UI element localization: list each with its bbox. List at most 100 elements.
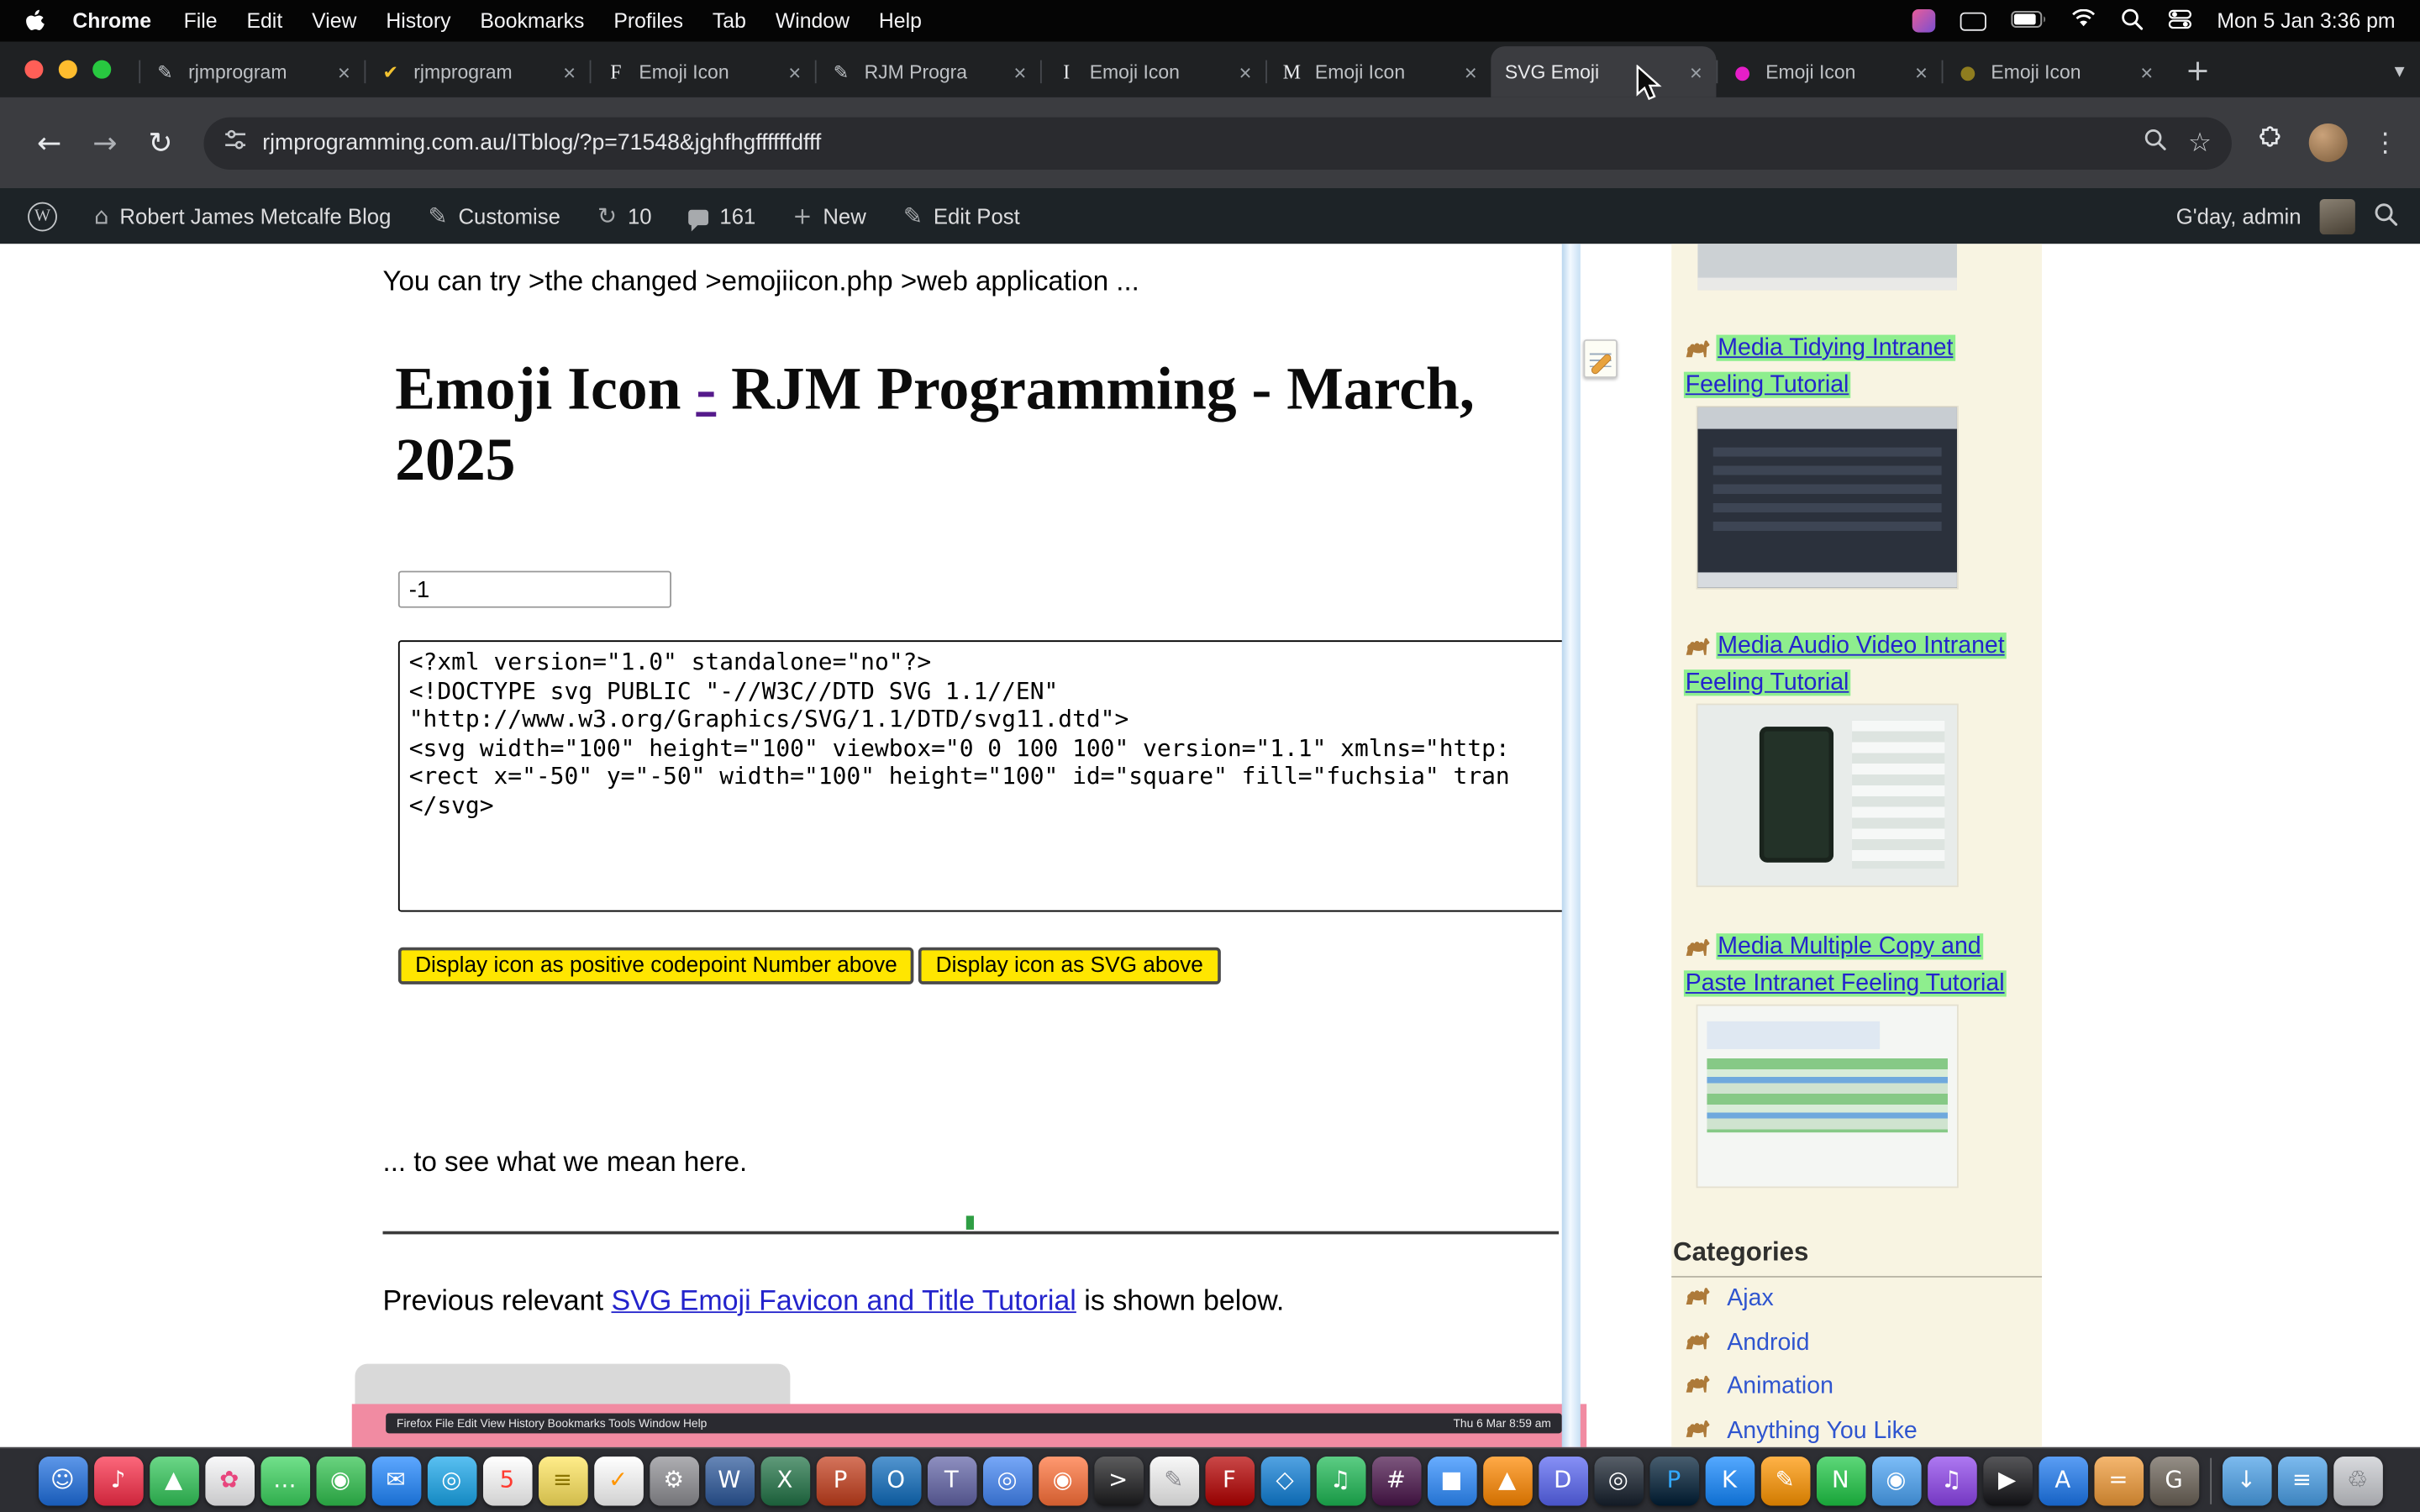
browser-menu-icon[interactable]: ⋮ xyxy=(2372,128,2398,159)
dock-app-icon[interactable]: = xyxy=(2094,1456,2144,1505)
dock-app-icon[interactable]: ◎ xyxy=(982,1456,1032,1505)
profile-avatar[interactable] xyxy=(2309,123,2348,162)
dock-app-icon[interactable]: ☺ xyxy=(38,1456,87,1505)
tutorial-thumbnail[interactable] xyxy=(1697,1006,1957,1187)
dock-app-icon[interactable]: ⚙ xyxy=(649,1456,698,1505)
status-badge-icon[interactable] xyxy=(1912,9,1936,33)
dock-app-icon[interactable]: F xyxy=(1205,1456,1255,1505)
bookmark-star-icon[interactable]: ☆ xyxy=(2188,128,2212,159)
new-tab-button[interactable]: + xyxy=(2176,50,2219,92)
tab-close-icon[interactable]: × xyxy=(338,60,350,84)
dock-app-icon[interactable]: ✉ xyxy=(371,1456,421,1505)
tab-close-icon[interactable]: × xyxy=(1915,60,1928,84)
menu-item[interactable]: History xyxy=(386,9,450,33)
svg-code-textarea[interactable]: <?xml version="1.0" standalone="no"?> <!… xyxy=(398,640,1565,911)
customise-link[interactable]: ✎ Customise xyxy=(409,188,579,244)
tab-close-icon[interactable]: × xyxy=(1239,60,1252,84)
spotlight-search-icon[interactable] xyxy=(2121,7,2144,34)
apple-logo-icon[interactable] xyxy=(24,8,45,33)
dock-shortcut-icon[interactable]: ♲ xyxy=(2333,1456,2382,1505)
dock-app-icon[interactable]: A xyxy=(2038,1456,2087,1505)
dock-app-icon[interactable]: 5 xyxy=(482,1456,532,1505)
category-link[interactable]: Animation xyxy=(1727,1373,1833,1401)
browser-tab[interactable]: ● Emoji Icon × xyxy=(1716,46,1941,97)
dock-app-icon[interactable]: ≡ xyxy=(538,1456,587,1505)
display-svg-button[interactable]: Display icon as SVG above xyxy=(918,948,1220,984)
edit-post-link[interactable]: ✎ Edit Post xyxy=(885,188,1039,244)
tutorial-link[interactable]: Media Audio Video Intranet Feeling Tutor… xyxy=(1684,633,2007,695)
codepoint-input[interactable] xyxy=(398,571,671,608)
browser-tab[interactable]: M Emoji Icon × xyxy=(1265,46,1491,97)
site-settings-icon[interactable] xyxy=(224,128,247,157)
control-center-icon[interactable] xyxy=(2169,7,2192,34)
dock-app-icon[interactable]: W xyxy=(704,1456,754,1505)
browser-tab[interactable]: ✎ rjmprogram × xyxy=(139,46,364,97)
admin-search-icon[interactable] xyxy=(2374,202,2398,231)
category-item[interactable]: Anything You Like xyxy=(1684,1410,2042,1447)
updates-link[interactable]: ↻ 10 xyxy=(579,188,671,244)
menu-item[interactable]: Edit xyxy=(246,9,282,33)
dock-shortcut-icon[interactable]: ≡ xyxy=(2277,1456,2327,1505)
category-item[interactable]: Android xyxy=(1684,1321,2042,1365)
tab-search-chevron-icon[interactable]: ▾ xyxy=(2395,60,2405,84)
tab-close-icon[interactable]: × xyxy=(563,60,576,84)
menu-item[interactable]: Profiles xyxy=(613,9,683,33)
extensions-icon[interactable] xyxy=(2256,125,2284,160)
menu-bar-clock[interactable]: Mon 5 Jan 3:36 pm xyxy=(2217,9,2395,33)
menu-item[interactable]: View xyxy=(312,9,356,33)
admin-greeting[interactable]: G'day, admin xyxy=(2176,203,2302,228)
wifi-icon[interactable] xyxy=(2072,9,2096,33)
dock-app-icon[interactable]: ♫ xyxy=(1316,1456,1365,1505)
tab-close-icon[interactable]: × xyxy=(1690,60,1702,84)
dock-shortcut-icon[interactable]: ↓ xyxy=(2222,1456,2271,1505)
dock-app-icon[interactable]: ◉ xyxy=(316,1456,366,1505)
dock-app-icon[interactable]: ◇ xyxy=(1260,1456,1310,1505)
dock-app-icon[interactable]: ✎ xyxy=(1760,1456,1810,1505)
dock-app-icon[interactable]: … xyxy=(260,1456,309,1505)
dock-app-icon[interactable]: T xyxy=(927,1456,976,1505)
close-window-button[interactable] xyxy=(24,60,43,79)
zoom-icon[interactable] xyxy=(2144,128,2167,157)
browser-tab[interactable]: ✔ rjmprogram × xyxy=(364,46,589,97)
dock-app-icon[interactable]: X xyxy=(760,1456,810,1505)
tab-close-icon[interactable]: × xyxy=(1013,60,1026,84)
dock-app-icon[interactable]: ♪ xyxy=(93,1456,143,1505)
display-codepoint-button[interactable]: Display icon as positive codepoint Numbe… xyxy=(398,948,914,984)
menu-item[interactable]: Help xyxy=(879,9,922,33)
tutorial-link[interactable]: Media Multiple Copy and Paste Intranet F… xyxy=(1684,933,2007,995)
reload-button[interactable]: ↻ xyxy=(133,115,188,171)
tutorial-link[interactable]: Media Tidying Intranet Feeling Tutorial xyxy=(1684,335,1954,397)
forward-button[interactable]: → xyxy=(77,115,133,171)
tutorial-thumbnail[interactable] xyxy=(1697,705,1957,885)
dock-app-icon[interactable]: P xyxy=(1649,1456,1699,1505)
browser-tab[interactable]: I Emoji Icon × xyxy=(1040,46,1265,97)
dock-app-icon[interactable]: > xyxy=(1093,1456,1143,1505)
dock-app-icon[interactable]: ◉ xyxy=(1038,1456,1087,1505)
minimize-window-button[interactable] xyxy=(59,60,77,79)
site-name-link[interactable]: ⌂ Robert James Metcalfe Blog xyxy=(76,188,409,244)
tab-close-icon[interactable]: × xyxy=(788,60,801,84)
browser-tab[interactable]: ● Emoji Icon × xyxy=(1942,46,2167,97)
category-link[interactable]: Android xyxy=(1727,1330,1809,1357)
dock-app-icon[interactable]: ■ xyxy=(1427,1456,1476,1505)
dock-app-icon[interactable]: ▲ xyxy=(149,1456,198,1505)
dock-app-icon[interactable]: ♫ xyxy=(1927,1456,1976,1505)
menu-item[interactable]: Bookmarks xyxy=(480,9,584,33)
browser-tab-active[interactable]: SVG Emoji × xyxy=(1491,46,1716,97)
dock-app-icon[interactable]: N xyxy=(1816,1456,1865,1505)
category-link[interactable]: Ajax xyxy=(1727,1285,1773,1313)
dock-app-icon[interactable]: O xyxy=(871,1456,921,1505)
browser-tab[interactable]: ✎ RJM Progra × xyxy=(815,46,1040,97)
partial-thumbnail[interactable] xyxy=(1697,244,1957,290)
tab-close-icon[interactable]: × xyxy=(1465,60,1477,84)
fullscreen-window-button[interactable] xyxy=(92,60,111,79)
menu-item[interactable]: Tab xyxy=(713,9,746,33)
previous-tutorial-link[interactable]: SVG Emoji Favicon and Title Tutorial xyxy=(611,1284,1076,1316)
new-content-link[interactable]: + New xyxy=(774,188,884,244)
display-icon[interactable] xyxy=(1960,12,1986,30)
browser-tab[interactable]: F Emoji Icon × xyxy=(590,46,815,97)
wordpress-logo[interactable]: W xyxy=(9,188,76,244)
url-text[interactable]: rjmprogramming.com.au/ITblog/?p=71548&jg… xyxy=(262,130,2131,155)
category-item[interactable]: Ajax xyxy=(1684,1278,2042,1321)
menu-item[interactable]: Window xyxy=(776,9,850,33)
